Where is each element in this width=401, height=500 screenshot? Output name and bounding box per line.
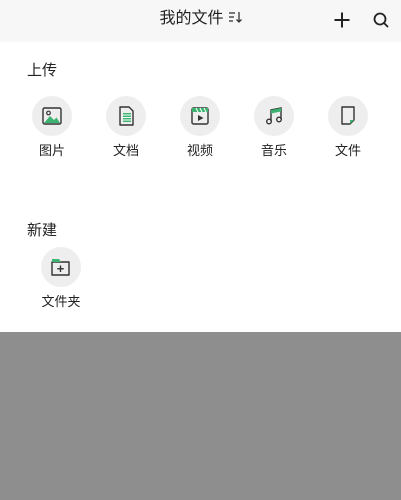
upload-image-button[interactable]: 图片 [22,96,82,160]
document-icon-circle [106,96,146,136]
upload-video-button[interactable]: 视频 [170,96,230,160]
upload-music-label: 音乐 [260,144,287,159]
new-section-title: 新建 [27,221,58,239]
sort-icon [228,12,242,23]
upload-file-label: 文件 [334,144,361,159]
video-icon [191,107,209,125]
action-sheet: 上传 图片 文档 视频 音乐 文件 新建 文件夹 [0,42,401,332]
search-icon [373,12,389,28]
video-icon-circle [180,96,220,136]
image-icon-circle [32,96,72,136]
folder-add-icon-circle [41,247,81,287]
music-icon-circle [254,96,294,136]
new-folder-label: 文件夹 [41,295,81,310]
upload-music-button[interactable]: 音乐 [244,96,304,160]
dim-overlay[interactable] [0,332,401,500]
document-icon [119,106,134,126]
upload-file-button[interactable]: 文件 [318,96,378,160]
file-icon [341,106,355,125]
add-button[interactable] [330,8,354,32]
upload-document-button[interactable]: 文档 [96,96,156,160]
upload-section-title: 上传 [27,61,58,79]
page-title: 我的文件 [159,8,224,27]
plus-icon [334,12,350,28]
top-bar: 我的文件 [0,0,401,40]
upload-document-label: 文档 [112,144,139,159]
folder-add-icon [51,259,70,276]
music-icon [266,107,282,125]
image-icon [42,107,62,125]
upload-video-label: 视频 [186,144,213,159]
search-button[interactable] [369,8,393,32]
file-icon-circle [328,96,368,136]
upload-image-label: 图片 [38,144,65,159]
new-folder-button[interactable]: 文件夹 [31,247,91,311]
